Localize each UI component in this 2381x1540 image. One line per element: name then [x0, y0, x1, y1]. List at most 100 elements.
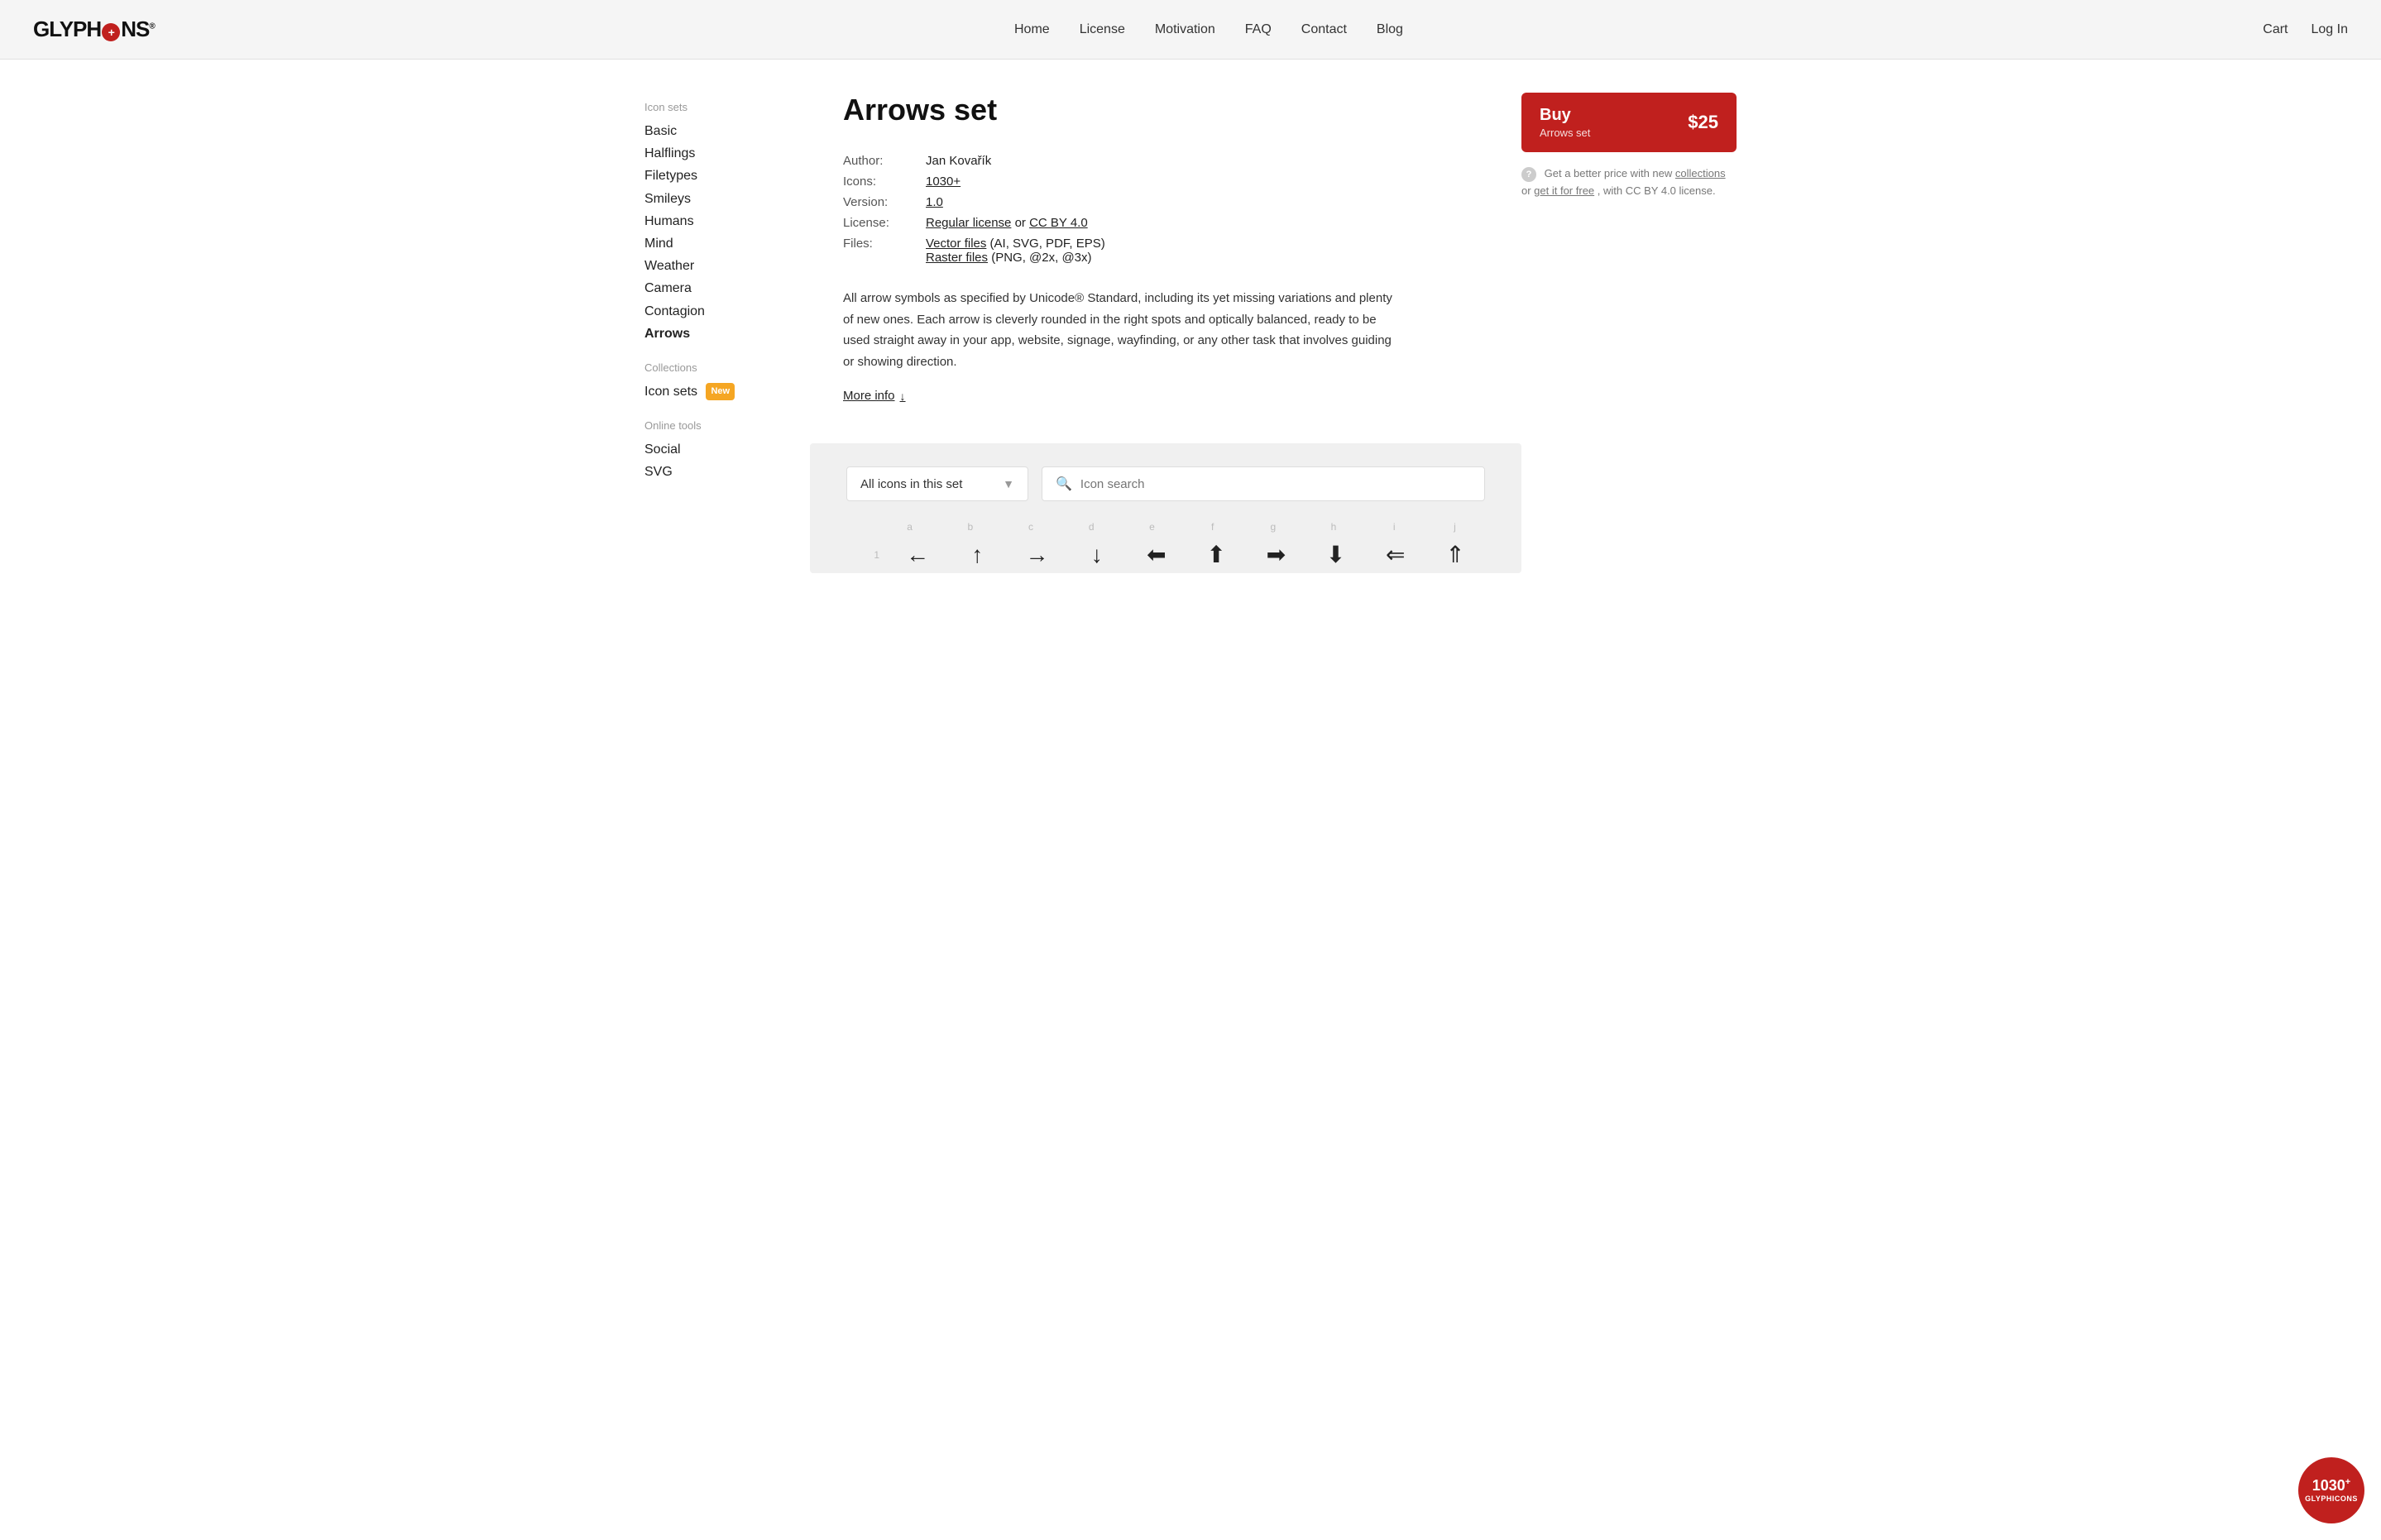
alpha-a: a	[879, 521, 940, 533]
regular-license-link[interactable]: Regular license	[926, 216, 1011, 230]
search-input[interactable]	[1080, 477, 1471, 491]
nav-home[interactable]: Home	[1014, 22, 1050, 37]
corner-badge-label: GLYPHICONS	[2305, 1495, 2358, 1504]
icon-row-1: 1 ← ↑ → ↓ ⬅ ⬆ ➡ ⬇ ⇐ ⇑	[830, 536, 1502, 573]
sidebar-item-contagion[interactable]: Contagion	[644, 300, 810, 323]
icon-cell-1c[interactable]: →	[1007, 537, 1066, 573]
meta-label-version: Version:	[843, 195, 926, 209]
sidebar: Icon sets Basic Halflings Filetypes Smil…	[644, 93, 810, 573]
nav-contact[interactable]: Contact	[1301, 22, 1347, 37]
raster-files-link[interactable]: Raster files	[926, 251, 988, 265]
page-layout: Icon sets Basic Halflings Filetypes Smil…	[611, 60, 1770, 573]
buy-panel: Buy Arrows set $25 ? Get a better price …	[1521, 93, 1737, 573]
meta-row-license: License: Regular license or CC BY 4.0	[843, 216, 1488, 230]
icon-cell-1j[interactable]: ⇑	[1425, 536, 1485, 573]
buy-button[interactable]: Buy Arrows set $25	[1521, 93, 1737, 152]
nav-license[interactable]: License	[1080, 22, 1125, 37]
sidebar-item-icon-sets[interactable]: Icon sets New	[644, 380, 810, 403]
corner-badge-number: 1030+	[2312, 1477, 2350, 1495]
alpha-j: j	[1425, 521, 1485, 533]
meta-label-author: Author:	[843, 154, 926, 168]
arrow-down-icon: ↓	[900, 390, 906, 403]
main-nav: Home License Motivation FAQ Contact Blog	[1014, 22, 1403, 37]
sidebar-item-svg[interactable]: SVG	[644, 461, 810, 483]
corner-badge[interactable]: 1030+ GLYPHICONS	[2298, 1457, 2364, 1523]
price-info: ? Get a better price with new collection…	[1521, 165, 1737, 200]
icon-browser: All icons in this set ▼ 🔍 a b c d e f g …	[810, 443, 1521, 573]
logo-icon: +	[102, 23, 120, 41]
meta-row-icons: Icons: 1030+	[843, 175, 1488, 189]
logo[interactable]: GLYPH+NS®	[33, 17, 155, 42]
meta-value-icons: 1030+	[926, 175, 961, 189]
help-icon: ?	[1521, 167, 1536, 182]
sidebar-section-icon-sets: Icon sets	[644, 101, 810, 113]
buy-label: Buy	[1540, 106, 1590, 125]
search-icon: 🔍	[1056, 476, 1072, 492]
icon-cell-1f[interactable]: ⬆	[1186, 536, 1246, 573]
alpha-i: i	[1364, 521, 1425, 533]
meta-row-files: Files: Vector files (AI, SVG, PDF, EPS) …	[843, 237, 1488, 265]
sidebar-item-social[interactable]: Social	[644, 438, 810, 461]
icon-browser-controls: All icons in this set ▼ 🔍	[830, 466, 1502, 501]
nav-blog[interactable]: Blog	[1377, 22, 1403, 37]
icon-alpha-row: a b c d e f g h i j	[830, 521, 1502, 533]
icon-cell-1h[interactable]: ⬇	[1305, 536, 1365, 573]
sidebar-item-humans[interactable]: Humans	[644, 210, 810, 232]
icon-cell-1a[interactable]: ←	[888, 537, 947, 573]
sidebar-item-basic[interactable]: Basic	[644, 120, 810, 142]
collections-link[interactable]: collections	[1675, 167, 1726, 179]
get-free-link[interactable]: get it for free	[1534, 184, 1594, 197]
icon-cell-1b[interactable]: ↑	[947, 537, 1007, 573]
sidebar-item-weather[interactable]: Weather	[644, 255, 810, 277]
sidebar-item-mind[interactable]: Mind	[644, 232, 810, 255]
chevron-down-icon: ▼	[1003, 477, 1014, 490]
sidebar-item-arrows[interactable]: Arrows	[644, 323, 810, 345]
alpha-c: c	[1000, 521, 1061, 533]
meta-table: Author: Jan Kovařík Icons: 1030+ Version…	[843, 154, 1488, 265]
meta-row-version: Version: 1.0	[843, 195, 1488, 209]
nav-login[interactable]: Log In	[2312, 22, 2348, 37]
sidebar-item-camera[interactable]: Camera	[644, 277, 810, 299]
sidebar-item-filetypes[interactable]: Filetypes	[644, 165, 810, 187]
alpha-d: d	[1061, 521, 1122, 533]
sidebar-item-halflings[interactable]: Halflings	[644, 142, 810, 165]
meta-value-author: Jan Kovařík	[926, 154, 991, 168]
meta-value-license: Regular license or CC BY 4.0	[926, 216, 1088, 230]
filter-dropdown[interactable]: All icons in this set ▼	[846, 466, 1028, 501]
main-content: Arrows set Author: Jan Kovařík Icons: 10…	[810, 93, 1521, 573]
nav-cart[interactable]: Cart	[2263, 22, 2288, 37]
alpha-b: b	[940, 521, 1000, 533]
sidebar-section-online-tools: Online tools	[644, 419, 810, 432]
meta-label-files: Files:	[843, 237, 926, 265]
new-badge: New	[706, 383, 735, 400]
icons-link[interactable]: 1030+	[926, 175, 961, 189]
meta-value-version: 1.0	[926, 195, 943, 209]
icon-cell-1i[interactable]: ⇐	[1366, 536, 1425, 573]
sidebar-item-smileys[interactable]: Smileys	[644, 188, 810, 210]
cc-license-link[interactable]: CC BY 4.0	[1029, 216, 1088, 230]
version-link[interactable]: 1.0	[926, 195, 943, 209]
nav-right: Cart Log In	[2263, 22, 2348, 37]
nav-motivation[interactable]: Motivation	[1155, 22, 1215, 37]
icon-cell-1d[interactable]: ↓	[1067, 537, 1127, 573]
header: GLYPH+NS® Home License Motivation FAQ Co…	[0, 0, 2381, 60]
search-box: 🔍	[1042, 466, 1485, 501]
alpha-f: f	[1182, 521, 1243, 533]
sidebar-section-collections: Collections	[644, 361, 810, 374]
alpha-g: g	[1243, 521, 1303, 533]
meta-label-license: License:	[843, 216, 926, 230]
meta-value-files: Vector files (AI, SVG, PDF, EPS) Raster …	[926, 237, 1105, 265]
buy-subtitle: Arrows set	[1540, 127, 1590, 139]
icon-cell-1e[interactable]: ⬅	[1127, 536, 1186, 573]
row-number-1: 1	[846, 549, 879, 561]
icon-cell-1g[interactable]: ➡	[1246, 536, 1305, 573]
product-description: All arrow symbols as specified by Unicod…	[843, 288, 1406, 372]
alpha-h: h	[1303, 521, 1363, 533]
more-info-link[interactable]: More info ↓	[843, 389, 906, 403]
nav-faq[interactable]: FAQ	[1245, 22, 1272, 37]
meta-row-author: Author: Jan Kovařík	[843, 154, 1488, 168]
vector-files-link[interactable]: Vector files	[926, 237, 986, 251]
alpha-e: e	[1122, 521, 1182, 533]
meta-label-icons: Icons:	[843, 175, 926, 189]
page-title: Arrows set	[843, 93, 1488, 127]
